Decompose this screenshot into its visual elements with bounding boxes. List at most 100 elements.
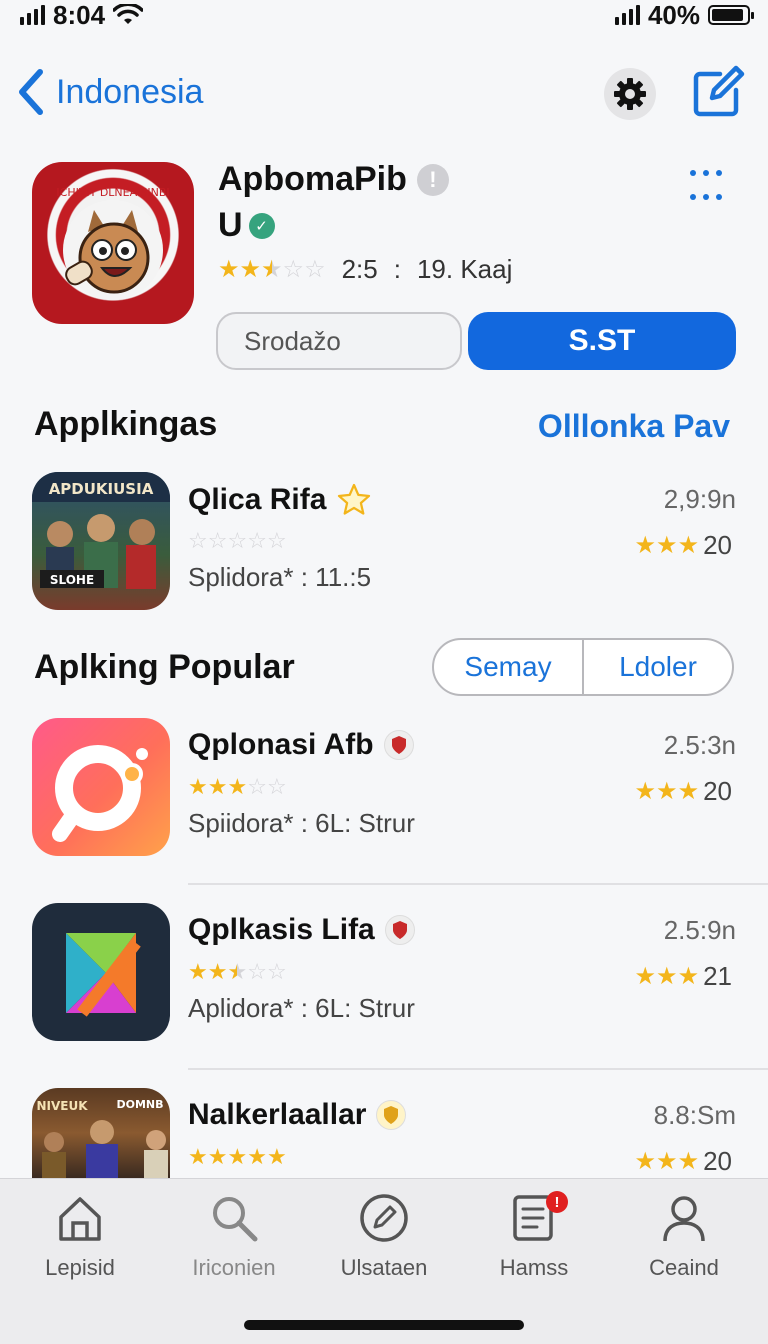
mascot-illustration: ICHIVIY DLNEAISINBI <box>56 186 170 300</box>
rating-separator: : <box>393 254 401 284</box>
tab-label: Ulsataen <box>340 1255 428 1280</box>
rating-star: ★ <box>677 1148 700 1175</box>
app-name: Qplonasi Afb <box>188 728 414 762</box>
more-options-icon[interactable] <box>690 166 734 210</box>
app-size: 2.5:3n <box>663 730 736 760</box>
tab-iriconien[interactable]: Iriconien <box>164 1191 304 1281</box>
notification-badge: ! <box>546 1191 568 1213</box>
app-name-text: Qplkasis Lifa <box>188 913 375 946</box>
geometric-logo <box>66 933 141 1017</box>
back-label: Indonesia <box>56 72 204 111</box>
featured-rating-value: 2:5 <box>341 254 378 284</box>
segment-ldoler[interactable]: Ldoler <box>582 640 732 694</box>
tab-label: Lepisid <box>45 1255 115 1280</box>
score-value: 20 <box>703 776 732 806</box>
app-name: Qlica Rifa <box>188 482 372 518</box>
icon-lettering: ICHIVIY DLNEAISINBI <box>56 186 169 199</box>
home-indicator[interactable] <box>244 1320 524 1330</box>
rating-star: ★ <box>677 963 700 990</box>
app-icon-qplkasis-lifa[interactable] <box>32 903 170 1041</box>
app-name-text: Qlica Rifa <box>188 483 327 516</box>
cell-signal-icon <box>20 5 45 25</box>
wifi-icon <box>113 4 144 24</box>
secondary-action-button[interactable]: Srodažo <box>216 312 462 370</box>
section-title-popular: Aplking Popular <box>34 648 295 686</box>
poster-title-2: DOMNB <box>116 1098 163 1111</box>
shield-icon <box>383 730 414 760</box>
rating-star: ☆ <box>207 528 228 553</box>
tab-ceaind[interactable]: Ceaind <box>614 1191 754 1281</box>
rating-star: ★ <box>218 256 240 283</box>
rating-star: ☆ <box>247 774 267 799</box>
rating-star: ★ <box>656 1148 678 1175</box>
app-rating-stars: ★★★☆☆ <box>188 774 287 800</box>
app-rating-stars: ☆☆☆☆☆ <box>188 528 287 554</box>
tab-lepisid[interactable]: Lepisid <box>10 1191 150 1281</box>
app-rating-stars: ★★★★★ <box>188 1144 287 1170</box>
rating-star: ★ <box>656 963 678 990</box>
list-item[interactable]: Qplonasi Afb ★★★☆☆ Spiidora* : 6L: Strur… <box>0 718 768 868</box>
rating-star: ★ <box>227 959 248 984</box>
gear-icon <box>614 78 646 110</box>
rating-star: ★ <box>239 256 262 283</box>
compose-icon[interactable] <box>690 64 746 120</box>
star-outline-icon[interactable] <box>336 482 372 518</box>
rating-star: ★ <box>634 778 657 805</box>
rating-star: ☆ <box>227 528 248 553</box>
chevron-left-icon <box>19 69 43 115</box>
app-score: ★★★ 20 <box>635 776 732 807</box>
app-subtitle: Aplidora* : 6L: Strur <box>188 993 415 1023</box>
row-divider <box>188 1068 768 1070</box>
rating-star: ☆ <box>266 528 287 553</box>
app-size: 8.8:Sm <box>653 1100 736 1130</box>
featured-app-title-text: ApbomaPib <box>218 160 407 198</box>
list-item[interactable]: APDUKIUSIA SLOHE Qlica Rifa ☆☆☆☆☆ Splido… <box>0 472 768 622</box>
app-icon-nalkerlaallar[interactable]: NIVEUK DOMNB <box>32 1088 170 1178</box>
chat-bubble-logo <box>52 745 148 842</box>
featured-app-subtitle: U ✓ <box>218 206 275 245</box>
score-stars: ★★★ <box>635 1147 700 1176</box>
verified-badge-icon: ✓ <box>248 212 275 239</box>
tab-label: Iriconien <box>192 1255 276 1280</box>
tab-label: Hamss <box>499 1255 569 1280</box>
rating-star: ★ <box>227 774 248 799</box>
rating-star: ★ <box>656 532 678 559</box>
rating-star: ★ <box>677 532 700 559</box>
app-size: 2.5:9n <box>663 915 736 945</box>
tab-ulsataen[interactable]: Ulsataen <box>314 1191 454 1281</box>
see-all-link[interactable]: Olllonka Pav <box>538 408 730 445</box>
rating-star: ☆ <box>266 774 287 799</box>
row-divider <box>188 883 768 885</box>
battery-level <box>712 9 743 21</box>
rating-star: ★ <box>634 963 657 990</box>
featured-app-title: ApbomaPib ! <box>218 160 449 199</box>
score-value: 20 <box>703 530 732 560</box>
info-badge-icon[interactable]: ! <box>416 163 449 196</box>
featured-app-header: ICHIVIY DLNEAISINBI ApbomaPib ! U ✓ ★★★☆… <box>0 160 768 380</box>
rating-star: ☆ <box>282 256 305 283</box>
app-score: ★★★ 21 <box>635 961 732 992</box>
pencil-icon <box>360 1194 408 1242</box>
person-icon <box>663 1196 705 1242</box>
rating-star: ★ <box>188 1144 208 1169</box>
back-button[interactable]: Indonesia <box>16 68 203 116</box>
app-subtitle: Spiidora* : 6L: Strur <box>188 808 415 838</box>
list-item[interactable]: Qplkasis Lifa ★★★☆☆ Aplidora* : 6L: Stru… <box>0 903 768 1053</box>
featured-app-icon[interactable]: ICHIVIY DLNEAISINBI <box>32 162 194 324</box>
app-icon-qplonasi-afb[interactable] <box>32 718 170 856</box>
movie-poster-illustration: APDUKIUSIA SLOHE <box>32 472 170 589</box>
app-name-text: Qplonasi Afb <box>188 728 374 761</box>
poster-caption: SLOHE <box>50 573 94 587</box>
search-icon <box>213 1197 258 1242</box>
segment-semay[interactable]: Semay <box>434 640 582 694</box>
get-button[interactable]: S.ST <box>468 312 736 370</box>
settings-button[interactable] <box>604 68 656 120</box>
rating-star: ☆ <box>266 959 287 984</box>
rating-star: ★ <box>247 1144 267 1169</box>
rating-star: ★ <box>207 774 228 799</box>
poster-title: APDUKIUSIA <box>49 480 154 498</box>
app-name-text: Nalkerlaallar <box>188 1098 367 1131</box>
rating-star: ★ <box>207 959 228 984</box>
tab-hamss[interactable]: ! Hamss <box>464 1191 604 1281</box>
app-icon-qlica-rifa[interactable]: APDUKIUSIA SLOHE <box>32 472 170 610</box>
